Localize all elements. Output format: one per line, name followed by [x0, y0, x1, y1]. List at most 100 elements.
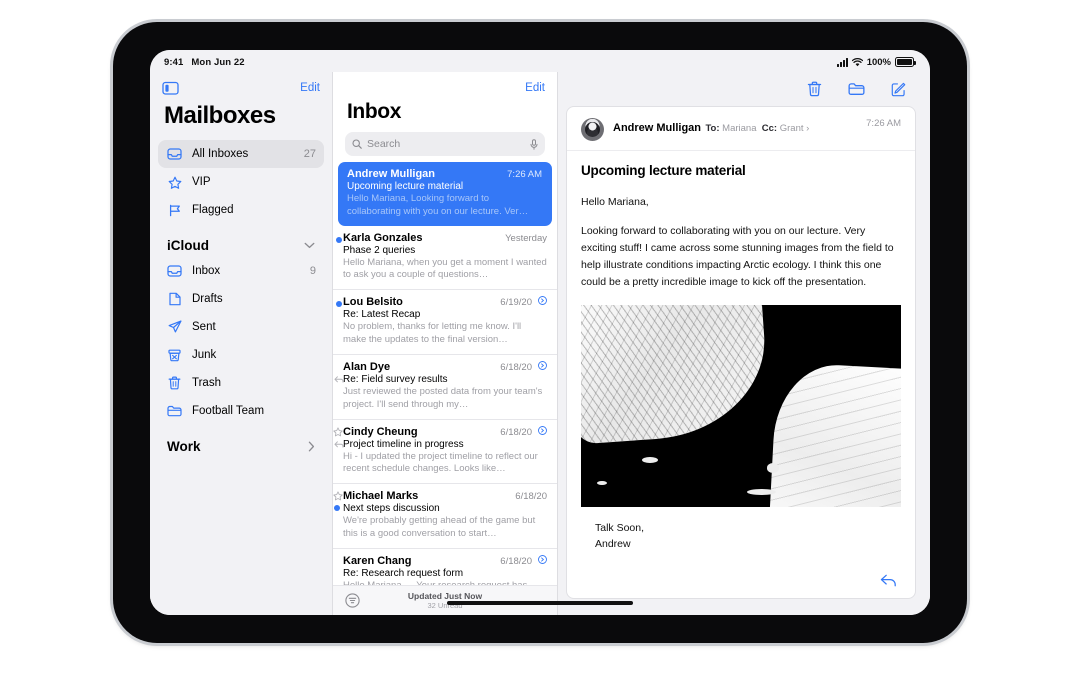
sidebar-group-label: Work: [167, 439, 201, 454]
trash-icon: [166, 376, 183, 391]
microphone-icon[interactable]: [530, 138, 538, 150]
message-list: Andrew Mulligan 7:26 AM Upcoming lecture…: [333, 162, 557, 585]
message-sender: Lou Belsito: [343, 296, 403, 309]
message-preview: Hi - I updated the project timeline to r…: [343, 450, 538, 475]
status-bar-date: Mon Jun 22: [191, 56, 245, 68]
wifi-icon: [851, 57, 863, 67]
flag-icon: [166, 203, 183, 218]
ice-shelf-upper-left: [581, 305, 772, 446]
message-row-michael-marks[interactable]: Michael Marks 6/18/20 Next steps discuss…: [333, 484, 557, 549]
sidebar-item-vip[interactable]: VIP: [158, 168, 324, 196]
message-subject: Upcoming lecture material: [347, 181, 464, 192]
attachment-image[interactable]: [581, 305, 901, 507]
message-date: 6/18/20: [500, 361, 532, 373]
message-row-andrew-mulligan[interactable]: Andrew Mulligan 7:26 AM Upcoming lecture…: [338, 162, 552, 226]
message-date: 6/18/20: [500, 555, 532, 567]
sidebar-edit-button[interactable]: Edit: [300, 82, 320, 94]
list-title: Inbox: [347, 100, 401, 123]
sender-avatar: [581, 118, 604, 141]
cellular-bars-icon: [836, 57, 848, 67]
message-detail-chevron-icon[interactable]: [538, 296, 547, 306]
status-bar: 9:41 Mon Jun 22 100%: [150, 50, 930, 72]
replied-arrow-icon: [334, 376, 344, 383]
message-row-cindy-cheung[interactable]: Cindy Cheung 6/18/20 Project timeline in…: [333, 420, 557, 485]
delete-button[interactable]: [807, 81, 822, 97]
reply-arrow-icon[interactable]: [880, 574, 897, 587]
ice-shelf-lower-right: [768, 361, 901, 507]
ipad-screen: 9:41 Mon Jun 22 100% Edit Mailboxes All …: [150, 50, 930, 615]
chevron-down-icon[interactable]: [304, 242, 315, 249]
sidebar-item-junk[interactable]: Junk: [158, 341, 324, 369]
paper-plane-icon: [166, 320, 183, 335]
message-row-karla-gonzales[interactable]: Karla Gonzales Yesterday Phase 2 queries…: [333, 226, 557, 291]
battery-full-icon: [895, 57, 916, 67]
details-chevron-icon[interactable]: ›: [806, 123, 809, 134]
battery-percent-label: 100%: [866, 56, 891, 68]
sidebar-item-all-inboxes[interactable]: All Inboxes 27: [158, 140, 324, 168]
home-indicator: [447, 601, 633, 605]
sidebar-item-count: 9: [309, 265, 316, 277]
detail-recipients[interactable]: To: Mariana Cc: Grant ›: [705, 123, 809, 134]
sidebar-group-icloud[interactable]: iCloud: [158, 224, 324, 257]
ice-floe-3: [747, 488, 777, 495]
sidebar-toggle-icon[interactable]: [162, 81, 179, 95]
sidebar-title: Mailboxes: [164, 102, 276, 129]
sign-off-line-2: Andrew: [595, 537, 631, 550]
message-sender: Alan Dye: [343, 360, 391, 373]
sidebar-item-label: VIP: [192, 176, 211, 188]
message-row-lou-belsito[interactable]: Lou Belsito 6/19/20 Re: Latest Recap No …: [333, 290, 557, 355]
unread-dot-icon: [336, 301, 342, 308]
message-detail-chevron-icon[interactable]: [538, 360, 547, 370]
message-sender: Cindy Cheung: [343, 425, 418, 438]
sidebar-favorites-list: All Inboxes 27 VIP Flagged iCloud Inbox …: [150, 140, 332, 458]
message-date: 6/19/20: [500, 297, 532, 309]
cc-value: Grant: [779, 123, 804, 134]
search-icon: [352, 139, 362, 149]
vip-star-icon: [333, 491, 344, 502]
message-subject: Project timeline in progress: [343, 438, 464, 450]
sidebar-item-football-team[interactable]: Football Team: [158, 397, 324, 425]
message-header[interactable]: Andrew Mulligan To: Mariana Cc: Grant › …: [567, 107, 915, 151]
vip-star-icon: [333, 426, 344, 438]
message-row-karen-chang[interactable]: Karen Chang 6/18/20 Re: Research request…: [333, 549, 557, 585]
message-detail-chevron-icon[interactable]: [538, 425, 547, 435]
sidebar-item-flagged[interactable]: Flagged: [158, 196, 324, 224]
list-updated-status: Updated Just Now: [407, 590, 483, 601]
message-preview: No problem, thanks for letting me know. …: [343, 321, 522, 346]
sidebar-item-label: Trash: [192, 377, 221, 389]
message-sender: Andrew Mulligan: [347, 168, 435, 180]
sidebar-item-inbox[interactable]: Inbox 9: [158, 257, 324, 285]
message-subject: Re: Field survey results: [343, 373, 448, 385]
status-bar-time: 9:41: [164, 56, 184, 68]
message-detail-footer: [567, 562, 915, 598]
ice-floe-2: [597, 480, 607, 485]
search-placeholder: Search: [367, 138, 401, 150]
sidebar-item-label: Sent: [192, 321, 216, 333]
sidebar-item-trash[interactable]: Trash: [158, 369, 324, 397]
message-row-alan-dye[interactable]: Alan Dye 6/18/20 Re: Field survey result…: [333, 355, 557, 420]
sidebar-group-work[interactable]: Work: [158, 425, 324, 458]
message-subject-heading: Upcoming lecture material: [581, 163, 746, 178]
list-edit-button[interactable]: Edit: [525, 82, 545, 94]
replied-arrow-icon: [334, 440, 344, 448]
message-preview: Hello Mariana, when you get a moment I w…: [343, 256, 547, 281]
ice-floe-1: [641, 456, 658, 463]
chevron-right-icon[interactable]: [308, 441, 315, 452]
message-date: 6/18/20: [500, 426, 532, 438]
unread-dot-icon: [334, 505, 340, 512]
message-date: Yesterday: [505, 232, 547, 244]
compose-button[interactable]: [891, 82, 906, 97]
sidebar-item-label: Flagged: [192, 204, 234, 216]
message-sender: Karla Gonzales: [343, 231, 423, 244]
message-list-footer: Updated Just Now 32 Unread: [333, 585, 557, 615]
move-to-folder-button[interactable]: [848, 82, 865, 96]
search-input[interactable]: Search: [345, 132, 545, 156]
sidebar-item-label: All Inboxes: [192, 148, 249, 160]
star-icon: [166, 175, 183, 190]
message-date: 7:26 AM: [507, 169, 542, 180]
sidebar-item-label: Drafts: [192, 293, 223, 305]
sidebar-item-drafts[interactable]: Drafts: [158, 285, 324, 313]
mailboxes-sidebar: Edit Mailboxes All Inboxes 27 VIP Flagge…: [150, 72, 332, 615]
sidebar-item-sent[interactable]: Sent: [158, 313, 324, 341]
message-detail-chevron-icon[interactable]: [538, 554, 547, 564]
